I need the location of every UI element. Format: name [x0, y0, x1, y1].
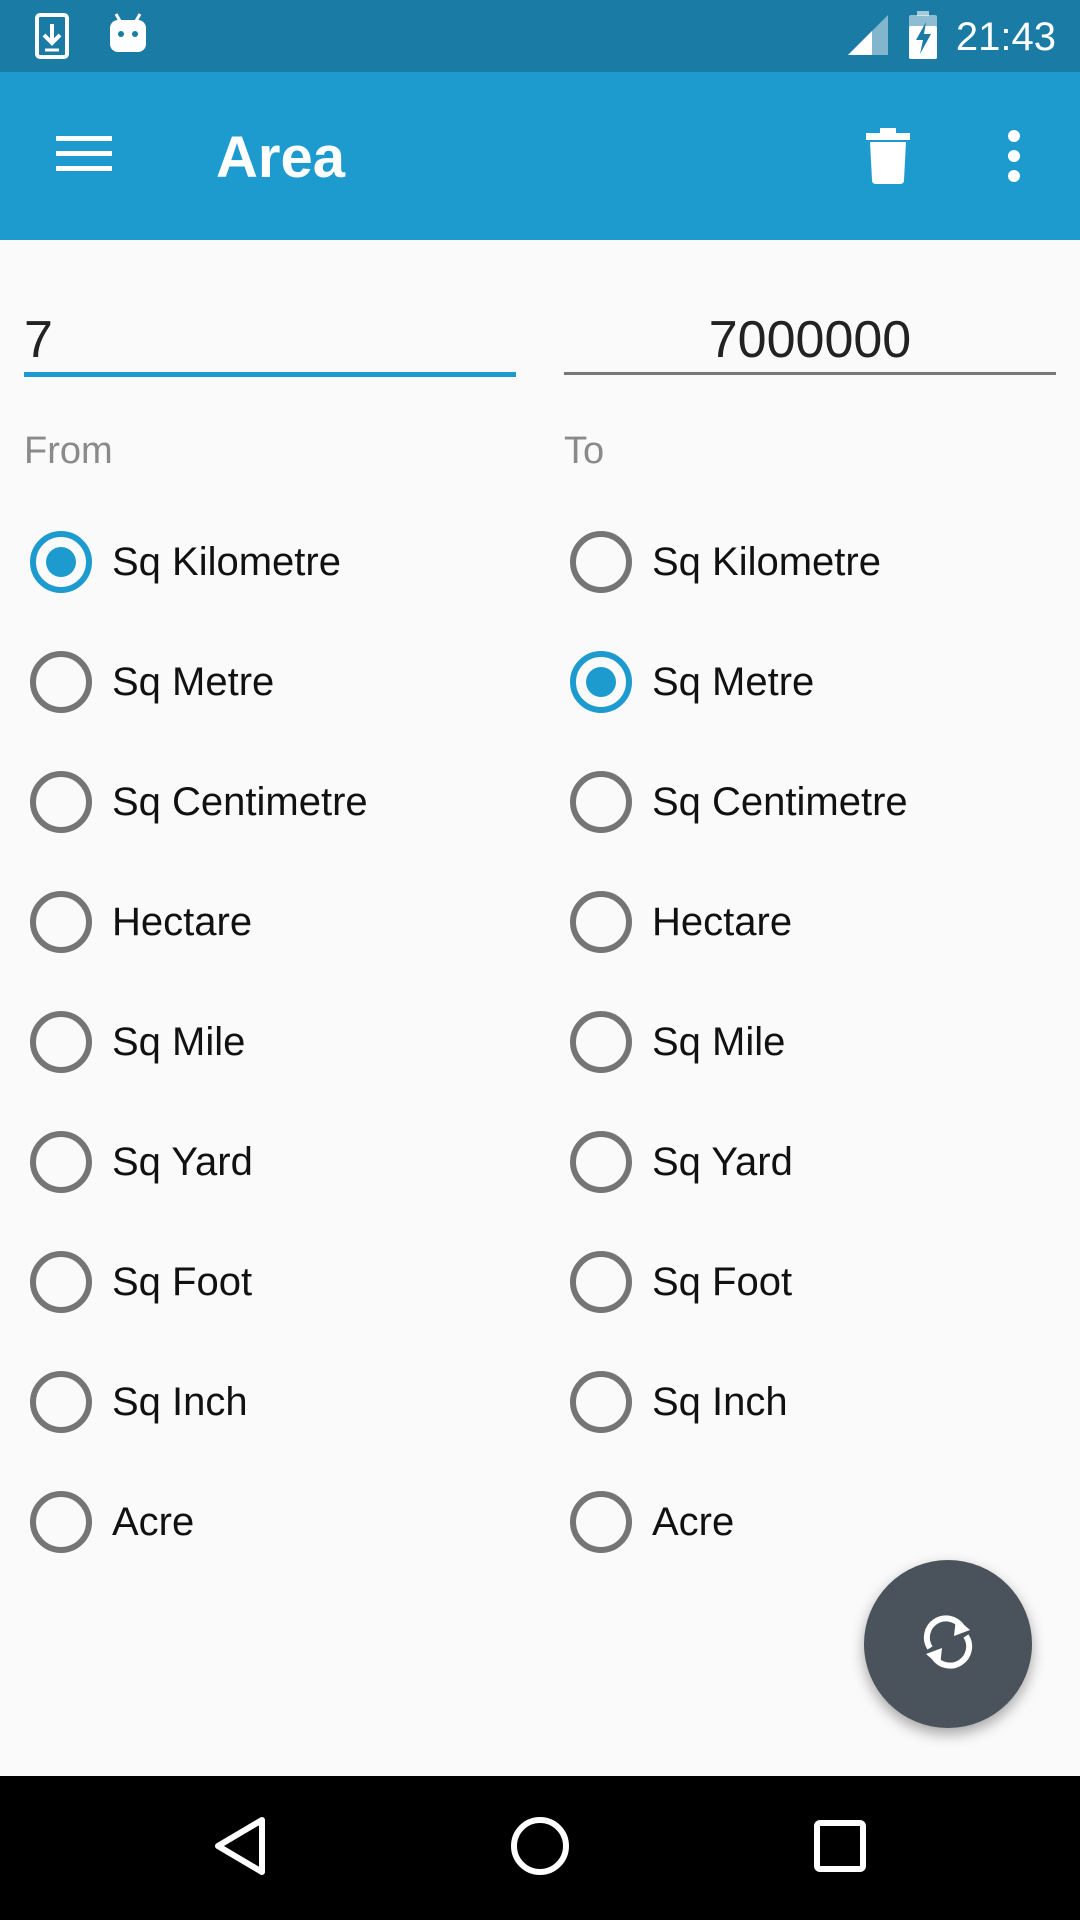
signal-icon	[846, 13, 890, 62]
radio-label: Sq Kilometre	[112, 539, 341, 584]
radio-button[interactable]	[570, 1491, 632, 1553]
from-radio-sq-foot[interactable]: Sq Foot	[24, 1222, 524, 1342]
to-radio-sq-inch[interactable]: Sq Inch	[564, 1342, 1064, 1462]
radio-label: Acre	[652, 1499, 735, 1544]
to-radio-sq-yard[interactable]: Sq Yard	[564, 1102, 1064, 1222]
radio-button[interactable]	[30, 1251, 92, 1313]
radio-label: Sq Metre	[652, 659, 815, 704]
radio-label: Sq Metre	[112, 659, 275, 704]
radio-button[interactable]	[570, 531, 632, 593]
download-icon	[34, 12, 70, 65]
radio-label: Sq Foot	[112, 1259, 253, 1304]
from-input-underline	[24, 372, 516, 377]
to-radio-sq-metre[interactable]: Sq Metre	[564, 622, 1064, 742]
from-radio-sq-centimetre[interactable]: Sq Centimetre	[24, 742, 524, 862]
menu-button[interactable]	[40, 116, 128, 196]
back-icon	[210, 1814, 270, 1883]
from-radio-acre[interactable]: Acre	[24, 1462, 524, 1582]
radio-button[interactable]	[30, 1131, 92, 1193]
app-bar: Area	[0, 72, 1080, 240]
system-navigation-bar	[0, 1776, 1080, 1920]
radio-button[interactable]	[30, 1371, 92, 1433]
radio-label: Hectare	[652, 899, 793, 944]
from-radio-sq-inch[interactable]: Sq Inch	[24, 1342, 524, 1462]
recent-apps-button[interactable]	[790, 1798, 890, 1898]
swap-units-fab[interactable]	[864, 1560, 1032, 1728]
from-radio-sq-mile[interactable]: Sq Mile	[24, 982, 524, 1102]
back-button[interactable]	[190, 1798, 290, 1898]
radio-label: Sq Mile	[112, 1019, 246, 1064]
from-radio-hectare[interactable]: Hectare	[24, 862, 524, 982]
status-time: 21:43	[955, 15, 1056, 59]
radio-label: Sq Centimetre	[112, 779, 368, 824]
radio-label: Sq Centimetre	[652, 779, 908, 824]
from-unit-radio-group: Sq Kilometre Sq Metre Sq Centimetre Hect…	[24, 502, 524, 1582]
radio-label: Sq Kilometre	[652, 539, 881, 584]
from-radio-sq-yard[interactable]: Sq Yard	[24, 1102, 524, 1222]
battery-charging-icon	[908, 10, 938, 65]
to-radio-sq-centimetre[interactable]: Sq Centimetre	[564, 742, 1064, 862]
from-label: From	[24, 430, 113, 472]
page-title: Area	[216, 125, 345, 190]
radio-button[interactable]	[30, 1011, 92, 1073]
home-icon	[508, 1814, 572, 1883]
to-radio-sq-kilometre[interactable]: Sq Kilometre	[564, 502, 1064, 622]
radio-button[interactable]	[30, 1491, 92, 1553]
radio-label: Sq Inch	[112, 1379, 248, 1424]
radio-button[interactable]	[570, 1131, 632, 1193]
from-value-input[interactable]	[24, 300, 516, 380]
radio-button[interactable]	[570, 771, 632, 833]
radio-button[interactable]	[30, 771, 92, 833]
swap-refresh-icon	[916, 1610, 980, 1679]
from-radio-sq-kilometre[interactable]: Sq Kilometre	[24, 502, 524, 622]
radio-label: Sq Yard	[112, 1139, 253, 1184]
recent-apps-icon	[810, 1816, 870, 1881]
hamburger-menu-icon	[56, 134, 112, 179]
radio-button[interactable]	[570, 1371, 632, 1433]
to-label: To	[564, 430, 605, 472]
to-radio-hectare[interactable]: Hectare	[564, 862, 1064, 982]
radio-button[interactable]	[570, 1251, 632, 1313]
to-radio-acre[interactable]: Acre	[564, 1462, 1064, 1582]
to-radio-sq-mile[interactable]: Sq Mile	[564, 982, 1064, 1102]
radio-button[interactable]	[570, 651, 632, 713]
to-value-input[interactable]	[564, 300, 1056, 380]
more-vert-icon	[1006, 129, 1022, 187]
radio-label: Sq Mile	[652, 1019, 786, 1064]
status-bar: 21:43	[0, 0, 1080, 72]
delete-button[interactable]	[846, 116, 930, 200]
radio-label: Hectare	[112, 899, 253, 944]
radio-button[interactable]	[30, 531, 92, 593]
more-options-button[interactable]	[972, 116, 1056, 200]
radio-button[interactable]	[570, 891, 632, 953]
radio-label: Sq Foot	[652, 1259, 793, 1304]
home-button[interactable]	[490, 1798, 590, 1898]
radio-button[interactable]	[570, 1011, 632, 1073]
radio-button[interactable]	[30, 651, 92, 713]
radio-label: Sq Inch	[652, 1379, 788, 1424]
to-input-underline	[564, 372, 1056, 375]
trash-icon	[866, 127, 910, 189]
from-radio-sq-metre[interactable]: Sq Metre	[24, 622, 524, 742]
radio-label: Sq Yard	[652, 1139, 793, 1184]
to-radio-sq-foot[interactable]: Sq Foot	[564, 1222, 1064, 1342]
radio-button[interactable]	[30, 891, 92, 953]
android-icon	[108, 12, 148, 65]
to-unit-radio-group: Sq Kilometre Sq Metre Sq Centimetre Hect…	[564, 502, 1064, 1582]
radio-label: Acre	[112, 1499, 195, 1544]
